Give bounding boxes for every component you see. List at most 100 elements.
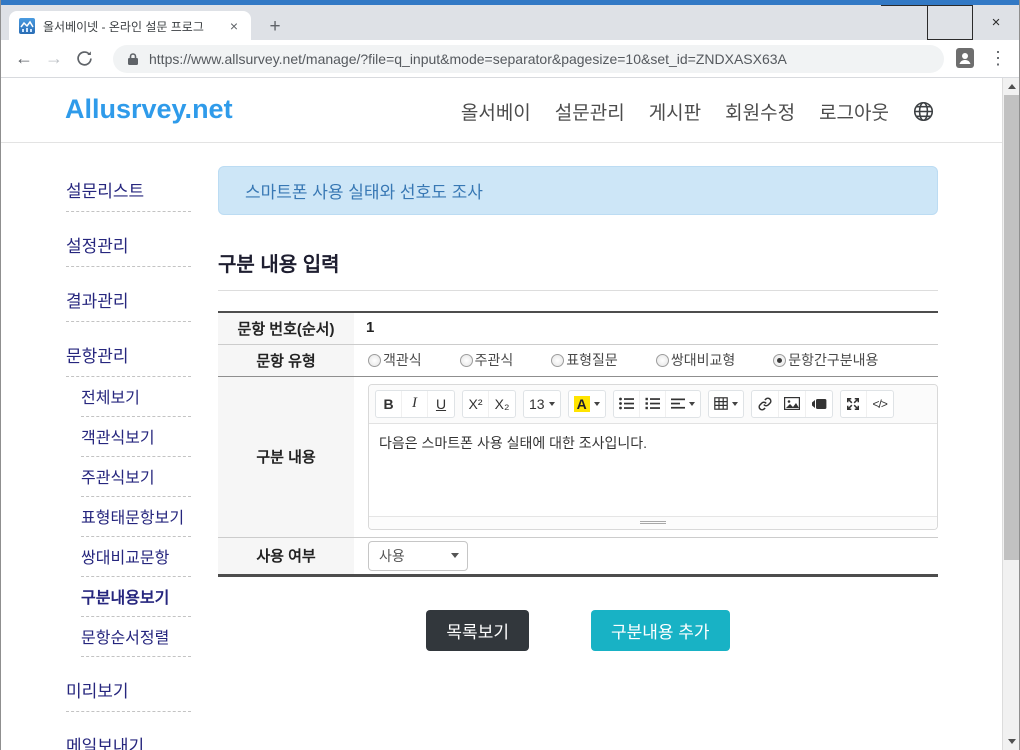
radio-multiple-choice[interactable]: 객관식: [368, 350, 422, 370]
action-buttons: 목록보기 구분내용 추가: [218, 610, 938, 651]
sidebar-item-view-all[interactable]: 전체보기: [81, 381, 191, 417]
globe-icon[interactable]: [913, 101, 934, 122]
row-separator-content: 구분 내용 B I U X² X₂: [218, 376, 938, 537]
question-number-value: 1: [366, 319, 374, 336]
sidebar-item-table-type[interactable]: 표형태문항보기: [81, 501, 191, 537]
content-label: 구분 내용: [218, 376, 354, 537]
video-button[interactable]: [806, 391, 832, 417]
browser-tab[interactable]: 올서베이넷 - 온라인 설문 프로그 ×: [9, 11, 251, 41]
nav-allsurvey[interactable]: 올서베이: [461, 98, 531, 125]
close-icon[interactable]: ×: [973, 5, 1019, 40]
row-question-type: 문항 유형 객관식 주관식: [218, 344, 938, 376]
radio-pairwise[interactable]: 쌍대비교형: [656, 350, 735, 370]
row-question-number: 문항 번호(순서) 1: [218, 312, 938, 344]
title-divider: [218, 290, 938, 291]
radio-table-question[interactable]: 표형질문: [551, 350, 618, 370]
sidebar-item-settings[interactable]: 설정관리: [66, 229, 191, 267]
favicon: [19, 18, 35, 34]
unordered-list-button[interactable]: [614, 391, 640, 417]
sidebar-item-preview[interactable]: 미리보기: [66, 674, 191, 712]
sidebar-item-separator-view[interactable]: 구분내용보기: [81, 581, 191, 617]
url-text: https://www.allsurvey.net/manage/?file=q…: [149, 51, 787, 67]
sidebar: 설문리스트 설정관리 결과관리 문항관리 전체보기 객관식보기 주관식보기 표형…: [66, 166, 191, 750]
add-separator-button[interactable]: 구분내용 추가: [591, 610, 730, 651]
font-color-dropdown[interactable]: A: [569, 391, 605, 417]
image-button[interactable]: [779, 391, 806, 417]
browser-toolbar: ← → https://www.allsurvey.net/manage/?fi…: [1, 40, 1019, 78]
nav-member-edit[interactable]: 회원수정: [725, 98, 795, 125]
minimize-icon[interactable]: [881, 5, 927, 40]
editor-content[interactable]: 다음은 스마트폰 사용 실태에 대한 조사입니다.: [369, 424, 937, 516]
profile-icon[interactable]: [955, 47, 975, 69]
editor-toolbar: B I U X² X₂ 13: [369, 385, 937, 424]
caret-down-icon: [689, 402, 695, 406]
scrollbar-thumb[interactable]: [1004, 95, 1019, 560]
main-content: 스마트폰 사용 실태와 선호도 조사 구분 내용 입력 문항 번호(순서) 1 …: [218, 166, 938, 651]
radio-open-ended[interactable]: 주관식: [460, 350, 514, 370]
forward-icon[interactable]: →: [39, 48, 69, 69]
tab-close-icon[interactable]: ×: [225, 17, 243, 35]
sidebar-item-results[interactable]: 결과관리: [66, 284, 191, 322]
usage-label: 사용 여부: [218, 537, 354, 575]
sidebar-item-question-order[interactable]: 문항순서정렬: [81, 621, 191, 657]
site-header: Allusrvey.net 올서베이 설문관리 게시판 회원수정 로그아웃: [1, 78, 1004, 143]
radio-icon: [773, 354, 786, 367]
scroll-down-icon[interactable]: [1003, 733, 1020, 750]
nav-logout[interactable]: 로그아웃: [819, 98, 889, 125]
resize-grip-icon: [640, 519, 666, 526]
lock-icon: [127, 52, 139, 66]
browser-window: 올서베이넷 - 온라인 설문 프로그 × + × ← → https://www…: [0, 0, 1020, 750]
sidebar-item-pairwise[interactable]: 쌍대비교문항: [81, 541, 191, 577]
sidebar-item-survey-list[interactable]: 설문리스트: [66, 174, 191, 212]
web-page: Allusrvey.net 올서베이 설문관리 게시판 회원수정 로그아웃: [1, 78, 1004, 750]
caret-down-icon: [732, 402, 738, 406]
survey-title-banner: 스마트폰 사용 실태와 선호도 조사: [218, 166, 938, 215]
radio-icon: [656, 354, 669, 367]
browser-titlebar: 올서베이넷 - 온라인 설문 프로그 × + ×: [1, 5, 1019, 40]
usage-select[interactable]: 사용: [368, 541, 468, 571]
tab-title: 올서베이넷 - 온라인 설문 프로그: [43, 18, 225, 35]
new-tab-button[interactable]: +: [263, 15, 287, 39]
sidebar-item-question-manage[interactable]: 문항관리: [66, 339, 191, 377]
maximize-icon[interactable]: [927, 5, 973, 40]
site-logo[interactable]: Allusrvey.net: [65, 94, 233, 125]
sidebar-item-send-mail[interactable]: 메일보내기: [66, 729, 191, 750]
vertical-scrollbar[interactable]: [1002, 78, 1019, 750]
scroll-up-icon[interactable]: [1003, 78, 1020, 95]
back-icon[interactable]: ←: [9, 48, 39, 69]
underline-button[interactable]: U: [428, 391, 454, 417]
rich-text-editor: B I U X² X₂ 13: [368, 384, 938, 530]
sidebar-item-multiple-choice[interactable]: 객관식보기: [81, 421, 191, 457]
question-type-label: 문항 유형: [218, 344, 354, 376]
page-title: 구분 내용 입력: [218, 248, 938, 277]
refresh-icon[interactable]: [69, 50, 99, 67]
radio-icon: [551, 354, 564, 367]
link-button[interactable]: [752, 391, 779, 417]
radio-separator-content[interactable]: 문항간구분내용: [773, 350, 878, 370]
ordered-list-button[interactable]: [640, 391, 666, 417]
bold-button[interactable]: B: [376, 391, 402, 417]
fullscreen-button[interactable]: [841, 391, 867, 417]
subscript-button[interactable]: X₂: [489, 391, 515, 417]
sidebar-item-open-ended[interactable]: 주관식보기: [81, 461, 191, 497]
font-size-dropdown[interactable]: 13: [524, 391, 560, 417]
question-form: 문항 번호(순서) 1 문항 유형 객관식 주관식: [218, 311, 938, 577]
menu-kebab-icon[interactable]: ⋮: [989, 44, 1007, 72]
question-type-radios: 객관식 주관식 표형질문: [366, 350, 938, 370]
highlight-color-icon: A: [574, 396, 590, 412]
select-arrow-icon: [451, 553, 459, 558]
italic-button[interactable]: I: [402, 391, 428, 417]
question-number-label: 문항 번호(순서): [218, 312, 354, 344]
url-bar[interactable]: https://www.allsurvey.net/manage/?file=q…: [113, 45, 944, 73]
caret-down-icon: [594, 402, 600, 406]
list-view-button[interactable]: 목록보기: [426, 610, 529, 651]
editor-resize-handle[interactable]: [369, 516, 937, 529]
row-usage: 사용 여부 사용: [218, 537, 938, 575]
nav-survey-manage[interactable]: 설문관리: [555, 98, 625, 125]
paragraph-align-dropdown[interactable]: [666, 391, 700, 417]
superscript-button[interactable]: X²: [463, 391, 489, 417]
caret-down-icon: [549, 402, 555, 406]
codeview-button[interactable]: </>: [867, 391, 893, 417]
table-dropdown[interactable]: [709, 391, 743, 417]
nav-board[interactable]: 게시판: [649, 98, 701, 125]
